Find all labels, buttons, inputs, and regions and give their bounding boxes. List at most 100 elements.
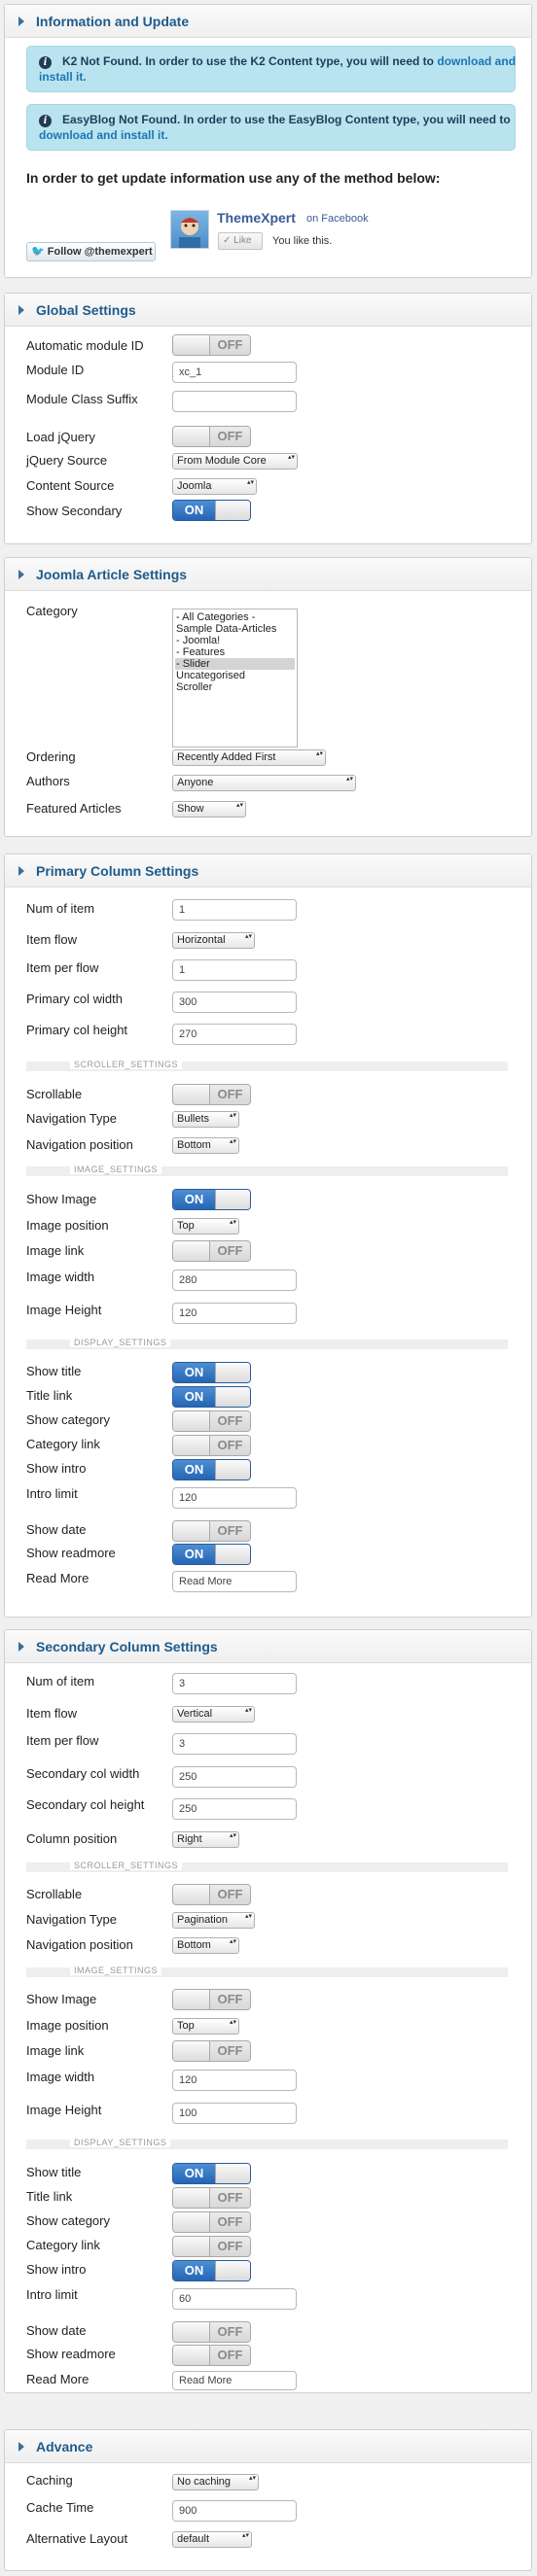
intro-limit-input[interactable] xyxy=(172,2288,297,2310)
image-width-input[interactable] xyxy=(172,1270,297,1291)
jquery-source-select[interactable]: From Module Core xyxy=(172,453,298,470)
ordering-label: Ordering xyxy=(26,749,76,764)
alert-text: K2 Not Found. In order to use the K2 Con… xyxy=(62,54,435,68)
show-readmore-label: Show readmore xyxy=(26,2347,116,2361)
show-image-toggle[interactable]: OFF xyxy=(172,1989,251,2010)
advance-header[interactable]: Advance xyxy=(5,2430,531,2463)
category-link-toggle[interactable]: OFF xyxy=(172,2236,251,2257)
twitter-follow-button[interactable]: 🐦 Follow @themexpert xyxy=(26,242,156,261)
num-items-input[interactable] xyxy=(172,1673,297,1694)
show-title-toggle[interactable]: ON xyxy=(172,1362,251,1383)
info-panel-header[interactable]: Information and Update xyxy=(5,5,531,38)
title-link-toggle[interactable]: ON xyxy=(172,1386,251,1408)
category-option[interactable]: - Joomla! xyxy=(175,635,295,646)
module-id-input[interactable] xyxy=(172,362,297,383)
featured-select[interactable]: Show xyxy=(172,801,246,818)
download-link[interactable]: download and xyxy=(437,54,516,68)
load-jquery-toggle[interactable]: OFF xyxy=(172,426,251,447)
image-link-toggle[interactable]: OFF xyxy=(172,2040,251,2062)
show-readmore-toggle[interactable]: OFF xyxy=(172,2345,251,2366)
intro-limit-input[interactable] xyxy=(172,1487,297,1509)
scrollable-label: Scrollable xyxy=(26,1887,83,1901)
item-per-flow-input[interactable] xyxy=(172,1733,297,1755)
category-option[interactable]: Sample Data-Articles xyxy=(175,623,295,635)
intro-limit-label: Intro limit xyxy=(26,1486,78,1501)
global-settings-header[interactable]: Global Settings xyxy=(5,294,531,327)
col-height-label: Secondary col height xyxy=(26,1797,145,1812)
show-title-toggle[interactable]: ON xyxy=(172,2163,251,2184)
show-date-toggle[interactable]: OFF xyxy=(172,1520,251,1542)
nav-position-select[interactable]: Bottom xyxy=(172,1937,239,1954)
image-position-select[interactable]: Top xyxy=(172,1218,239,1235)
item-per-flow-input[interactable] xyxy=(172,959,297,981)
title-link-toggle[interactable]: OFF xyxy=(172,2187,251,2209)
num-items-input[interactable] xyxy=(172,899,297,921)
category-option[interactable]: - All Categories - xyxy=(175,611,295,623)
category-option-selected[interactable]: - Slider xyxy=(175,658,295,670)
image-position-select[interactable]: Top xyxy=(172,2018,239,2035)
col-width-input[interactable] xyxy=(172,992,297,1013)
col-height-input[interactable] xyxy=(172,1024,297,1045)
show-category-toggle[interactable]: OFF xyxy=(172,1410,251,1432)
category-option[interactable]: Scroller xyxy=(175,681,295,693)
fb-page-name[interactable]: ThemeXpert xyxy=(217,210,296,226)
panel-title: Primary Column Settings xyxy=(36,863,199,879)
you-like-text: You like this. xyxy=(272,235,333,247)
install-link[interactable]: install it. xyxy=(39,70,87,84)
image-link-toggle[interactable]: OFF xyxy=(172,1240,251,1262)
num-items-label: Num of item xyxy=(26,901,95,916)
ordering-select[interactable]: Recently Added First xyxy=(172,749,326,766)
download-install-link[interactable]: download and install it. xyxy=(39,128,168,142)
nav-type-select[interactable]: Pagination xyxy=(172,1912,255,1929)
module-id-label: Module ID xyxy=(26,363,85,377)
read-more-input[interactable] xyxy=(172,1571,297,1592)
category-option[interactable]: - Features xyxy=(175,646,295,658)
scrollable-toggle[interactable]: OFF xyxy=(172,1084,251,1105)
image-height-input[interactable] xyxy=(172,2103,297,2124)
category-listbox[interactable]: - All Categories - Sample Data-Articles … xyxy=(172,609,298,748)
image-width-label: Image width xyxy=(26,2070,95,2084)
column-position-select[interactable]: Right xyxy=(172,1831,239,1848)
col-height-input[interactable] xyxy=(172,1798,297,1820)
col-width-input[interactable] xyxy=(172,1766,297,1788)
scrollable-toggle[interactable]: OFF xyxy=(172,1884,251,1905)
caching-select[interactable]: No caching xyxy=(172,2474,259,2490)
show-readmore-toggle[interactable]: ON xyxy=(172,1544,251,1565)
show-image-toggle[interactable]: ON xyxy=(172,1189,251,1210)
advance-panel: Advance Caching No caching Cache Time Al… xyxy=(4,2429,532,2571)
show-category-toggle[interactable]: OFF xyxy=(172,2211,251,2233)
show-title-label: Show title xyxy=(26,1364,82,1378)
show-intro-toggle[interactable]: ON xyxy=(172,2260,251,2281)
scrollable-label: Scrollable xyxy=(26,1087,83,1101)
secondary-column-header[interactable]: Secondary Column Settings xyxy=(5,1630,531,1663)
primary-column-header[interactable]: Primary Column Settings xyxy=(5,854,531,888)
nav-position-select[interactable]: Bottom xyxy=(172,1137,239,1154)
fb-like-button[interactable]: ✓ Like xyxy=(218,232,263,250)
collapse-arrow-icon xyxy=(18,570,24,579)
category-link-toggle[interactable]: OFF xyxy=(172,1435,251,1456)
nav-type-select[interactable]: Bullets xyxy=(172,1111,239,1128)
col-width-label: Secondary col width xyxy=(26,1766,140,1781)
read-more-label: Read More xyxy=(26,2372,90,2386)
themexpert-logo[interactable] xyxy=(170,210,209,249)
category-option[interactable]: Uncategorised xyxy=(175,670,295,681)
auto-id-toggle[interactable]: OFF xyxy=(172,334,251,356)
primary-column-panel: Primary Column Settings Num of item Item… xyxy=(4,853,532,1618)
image-width-input[interactable] xyxy=(172,2070,297,2091)
read-more-input[interactable] xyxy=(172,2371,297,2390)
item-flow-select[interactable]: Vertical xyxy=(172,1706,255,1723)
show-title-label: Show title xyxy=(26,2165,82,2179)
authors-select[interactable]: Anyone xyxy=(172,775,356,791)
article-settings-header[interactable]: Joomla Article Settings xyxy=(5,558,531,591)
alt-layout-select[interactable]: default xyxy=(172,2531,252,2548)
show-secondary-toggle[interactable]: ON xyxy=(172,500,251,521)
cache-time-input[interactable] xyxy=(172,2500,297,2522)
image-height-input[interactable] xyxy=(172,1303,297,1324)
class-suffix-input[interactable] xyxy=(172,391,297,412)
item-flow-select[interactable]: Horizontal xyxy=(172,932,255,949)
show-date-toggle[interactable]: OFF xyxy=(172,2321,251,2343)
show-intro-toggle[interactable]: ON xyxy=(172,1459,251,1480)
content-source-select[interactable]: Joomla xyxy=(172,478,257,495)
article-settings-panel: Joomla Article Settings Category - All C… xyxy=(4,557,532,837)
authors-label: Authors xyxy=(26,774,70,788)
